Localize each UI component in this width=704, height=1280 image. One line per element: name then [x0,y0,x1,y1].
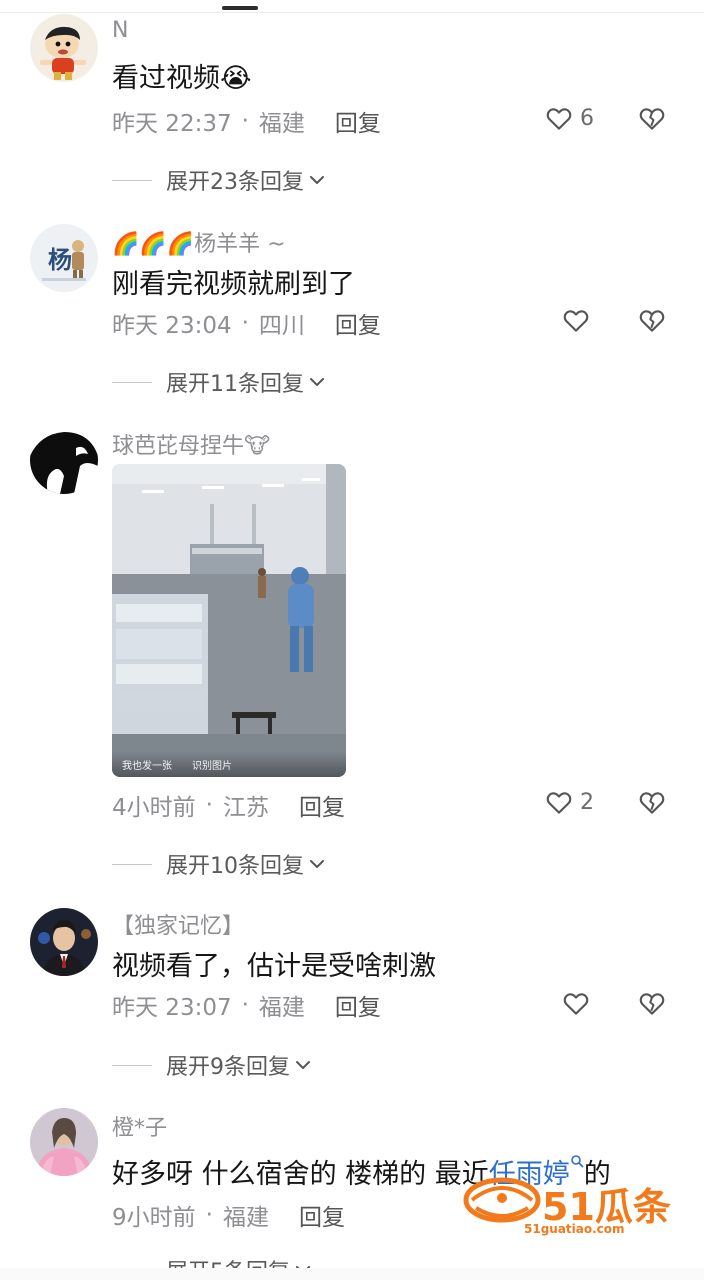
watermark-logo-icon [463,1177,541,1223]
comment-author[interactable]: 球芭芘母捏牛🐮 [112,428,270,460]
comment-location: 福建 [258,111,305,137]
like-button[interactable] [561,988,591,1018]
comment-meta: 昨天 23:04 · 四川 回复 [112,306,381,340]
comment-author[interactable]: 🌈🌈🌈杨羊羊 ~ [112,226,286,258]
reply-button[interactable]: 回复 [335,306,381,340]
comment-author[interactable]: 橙*子 [112,1110,167,1142]
heart-icon [563,993,589,1015]
comment-location: 江苏 [222,795,269,821]
sheet-drag-handle[interactable] [222,6,258,10]
reply-button[interactable]: 回复 [335,988,381,1022]
heart-icon [546,792,572,814]
heart-icon [563,310,589,332]
separator-dot: · [241,992,249,1018]
comment-time: 9小时前 [112,1205,196,1231]
expand-replies-label: 展开11条回复 [166,372,304,397]
broken-heart-icon [639,792,665,814]
comment-text: 刚看完视频就刷到了 [112,269,355,300]
dislike-button[interactable] [637,103,667,133]
avatar[interactable] [30,1108,98,1176]
like-button[interactable]: 2 [544,787,594,817]
comment-image[interactable]: 我也发一张 识别图片 [112,464,346,777]
separator-dot: · [241,108,249,134]
comment-meta: 昨天 23:07 · 福建 回复 [112,988,381,1022]
expand-replies-label: 展开10条回复 [166,854,304,879]
site-watermark: 51瓜条 51guatiao.com [462,1170,692,1236]
warehouse-photo [112,464,346,777]
portrait-avatar-image [30,1108,98,1176]
comment-location: 四川 [258,313,305,339]
comment-text-prefix: 好多呀 什么宿舍的 楼梯的 最近 [112,1159,489,1190]
avatar[interactable] [30,908,98,976]
divider-line [112,863,152,865]
expand-replies-label: 展开23条回复 [166,170,304,195]
like-button[interactable] [561,305,591,335]
comment-author[interactable]: N [112,18,128,43]
expand-replies-button[interactable]: 展开10条回复 [112,848,326,880]
comment-text: 视频看了，估计是受啥刺激 [112,951,436,982]
chevron-down-icon [310,176,324,184]
avatar[interactable]: 杨 [30,224,98,292]
separator-dot: · [205,792,213,818]
chevron-down-icon [310,378,324,386]
comment-time: 昨天 22:37 [112,111,232,137]
divider-line [112,179,152,181]
expand-replies-button[interactable]: 展开11条回复 [112,366,326,398]
comment-location: 福建 [258,995,305,1021]
dislike-button[interactable] [637,988,667,1018]
avatar-glyph: 杨 [48,245,72,274]
heart-icon [546,108,572,130]
search-icon[interactable] [570,1154,584,1168]
comment-time: 4小时前 [112,795,196,821]
comment-author[interactable]: 【独家记忆】 [112,908,244,940]
comment-text: 看过视频😭 [112,63,252,94]
divider-line [112,381,152,383]
broken-heart-icon [639,310,665,332]
recognize-image-button[interactable]: 识别图片 [192,757,232,772]
comment-meta: 4小时前 · 江苏 回复 [112,788,345,822]
broken-heart-icon [639,993,665,1015]
avatar[interactable] [30,426,98,494]
separator-dot: · [241,310,249,336]
comment-location: 福建 [222,1205,269,1231]
expand-replies-button[interactable]: 展开23条回复 [112,164,326,196]
bottom-fade [0,1268,704,1280]
divider [0,12,704,13]
avatar[interactable] [30,14,98,82]
avatar-image: 杨 [30,224,98,292]
cartoon-avatar-image [30,14,98,82]
reply-button[interactable]: 回复 [299,1198,345,1232]
silhouette-avatar-image [30,426,98,494]
post-similar-image-button[interactable]: 我也发一张 [122,757,172,772]
broken-heart-icon [639,108,665,130]
comment-meta: 昨天 22:37 · 福建 回复 [112,104,381,138]
expand-replies-button[interactable]: 展开9条回复 [112,1049,312,1081]
reply-button[interactable]: 回复 [299,788,345,822]
reply-button[interactable]: 回复 [335,104,381,138]
comment-time: 昨天 23:07 [112,995,232,1021]
like-count: 6 [580,105,594,131]
divider-line [112,1064,152,1066]
dislike-button[interactable] [637,305,667,335]
comment-time: 昨天 23:04 [112,313,232,339]
comment-meta: 9小时前 · 福建 回复 [112,1198,345,1232]
separator-dot: · [205,1202,213,1228]
chevron-down-icon [310,860,324,868]
chevron-down-icon [296,1061,310,1069]
dislike-button[interactable] [637,787,667,817]
portrait-avatar-image [30,908,98,976]
like-button[interactable]: 6 [544,103,594,133]
watermark-url: 51guatiao.com [524,1222,625,1236]
expand-replies-label: 展开9条回复 [166,1055,290,1080]
comment-sheet: N 看过视频😭 昨天 22:37 · 福建 回复 6 展开23条回复 杨 🌈🌈🌈… [0,0,704,1280]
image-toolbar: 我也发一张 识别图片 [112,751,346,777]
like-count: 2 [580,789,594,815]
